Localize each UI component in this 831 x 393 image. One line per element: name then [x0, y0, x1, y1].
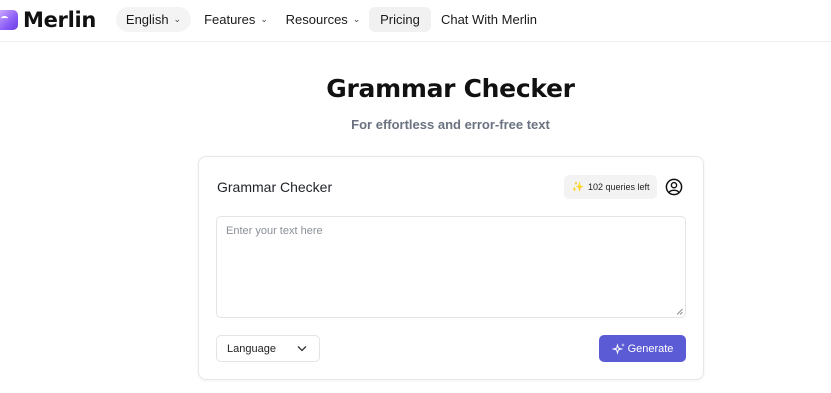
resources-menu-label: Resources	[285, 12, 348, 27]
top-nav: Merlin English ⌄ Features ⌄ Resources ⌄ …	[0, 0, 831, 42]
generate-button-label: Generate	[627, 342, 674, 355]
chat-link-label: Chat With Merlin	[440, 12, 538, 27]
chevron-down-icon	[297, 346, 307, 352]
user-circle-icon[interactable]	[665, 178, 683, 196]
features-menu[interactable]: Features ⌄	[198, 7, 274, 32]
language-menu[interactable]: English ⌄	[116, 7, 191, 32]
brand-logo[interactable]: Merlin	[0, 6, 96, 34]
language-menu-label: English	[125, 12, 169, 27]
card-title: Grammar Checker	[217, 179, 333, 195]
generate-button[interactable]: Generate	[599, 335, 686, 362]
sparkle-icon: ✨	[571, 181, 584, 193]
queries-left-label: 102 queries left	[587, 182, 650, 192]
language-select-value: Language	[227, 342, 276, 355]
sparkle-icon	[611, 342, 625, 355]
features-menu-label: Features	[204, 12, 256, 27]
page-title: Grammar Checker	[326, 74, 575, 103]
brand-name: Merlin	[23, 8, 97, 32]
pricing-link-label: Pricing	[380, 12, 420, 27]
merlin-logo-icon	[0, 10, 18, 30]
chat-with-merlin-link[interactable]: Chat With Merlin	[436, 7, 542, 32]
chevron-down-icon: ⌄	[352, 14, 361, 24]
queries-left-badge: ✨ 102 queries left	[564, 175, 657, 199]
resources-menu[interactable]: Resources ⌄	[282, 7, 364, 32]
grammar-checker-card: Grammar Checker ✨ 102 queries left Langu…	[198, 156, 704, 380]
text-input[interactable]	[216, 216, 686, 318]
resize-grip-icon[interactable]	[676, 308, 683, 315]
pricing-link[interactable]: Pricing	[369, 7, 431, 32]
chevron-down-icon: ⌄	[260, 14, 268, 24]
language-select[interactable]: Language	[216, 335, 320, 362]
chevron-down-icon: ⌄	[173, 14, 182, 24]
page-subtitle: For effortless and error-free text	[351, 117, 550, 132]
